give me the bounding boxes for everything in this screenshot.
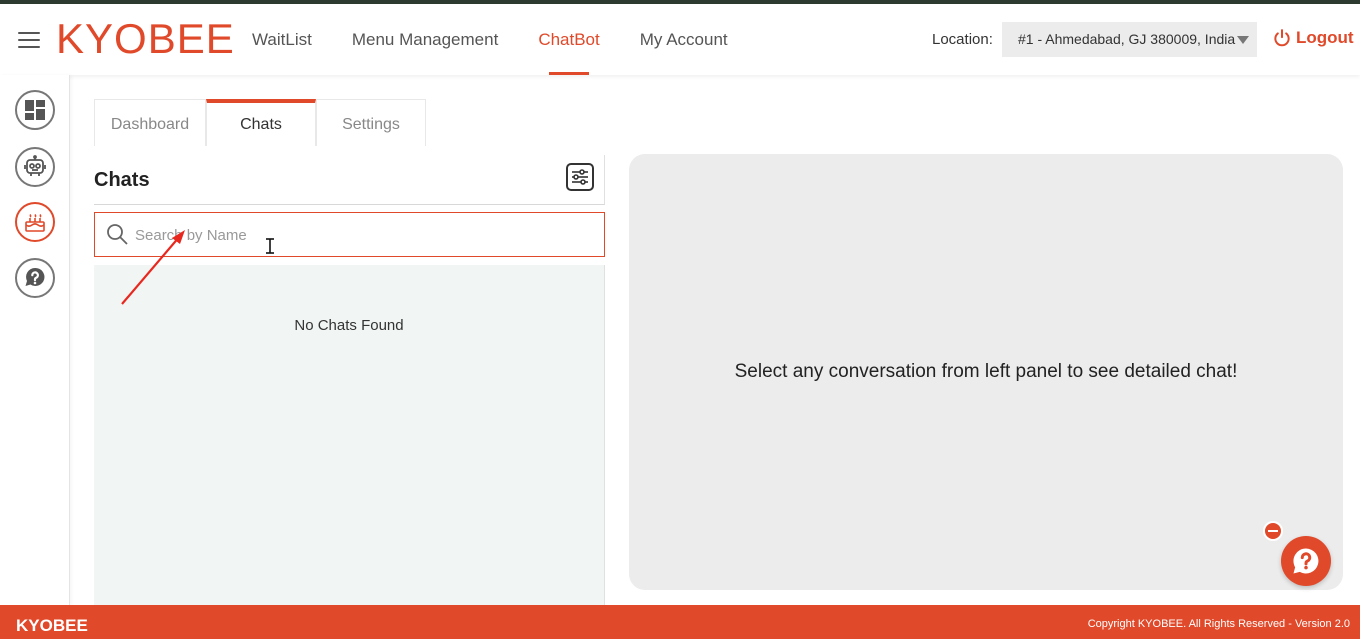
logout-label: Logout <box>1296 28 1354 47</box>
filter-button[interactable] <box>566 163 594 191</box>
footer-copyright: Copyright KYOBEE. All Rights Reserved - … <box>1087 618 1350 630</box>
location-select[interactable]: #1 - Ahmedabad, GJ 380009, India <box>1002 22 1257 57</box>
detail-placeholder-text: Select any conversation from left panel … <box>734 361 1238 382</box>
robot-icon <box>24 155 46 176</box>
app-footer: KYOBEE Copyright KYOBEE. All Rights Rese… <box>0 605 1360 639</box>
hamburger-menu-icon[interactable] <box>18 32 40 48</box>
tab-dashboard[interactable]: Dashboard <box>94 99 206 146</box>
location-label: Location: <box>932 31 993 48</box>
help-chat-widget-button[interactable] <box>1281 536 1331 586</box>
app-header: KYOBEE WaitList Menu Management ChatBot … <box>0 4 1360 75</box>
left-sidebar <box>0 75 70 605</box>
dashboard-icon <box>25 100 45 120</box>
nav-waitlist[interactable]: WaitList <box>232 4 332 75</box>
nav-chatbot[interactable]: ChatBot <box>518 4 619 75</box>
cake-icon <box>25 214 45 232</box>
chat-list: No Chats Found <box>94 265 605 605</box>
help-icon <box>25 267 45 286</box>
search-input[interactable] <box>135 221 575 249</box>
sidebar-help-button[interactable] <box>15 258 55 298</box>
location-value: #1 - Ahmedabad, GJ 380009, India <box>1018 31 1236 47</box>
sidebar-celebration-button[interactable] <box>15 202 55 242</box>
power-icon <box>1274 29 1290 47</box>
logout-button[interactable]: Logout <box>1272 28 1354 48</box>
tab-settings[interactable]: Settings <box>316 99 426 146</box>
search-icon <box>107 224 128 245</box>
sidebar-chatbot-button[interactable] <box>15 147 55 187</box>
caret-down-icon <box>1237 36 1249 44</box>
footer-brand: KYOBEE <box>16 616 88 635</box>
sliders-icon <box>572 169 588 185</box>
chat-detail-panel: Select any conversation from left panel … <box>629 154 1343 590</box>
chatbot-tabs: Dashboard Chats Settings <box>94 99 426 146</box>
minimize-chat-widget-button[interactable] <box>1263 521 1283 541</box>
sidebar-dashboard-button[interactable] <box>15 90 55 130</box>
main-nav: WaitList Menu Management ChatBot My Acco… <box>232 4 748 75</box>
nav-my-account[interactable]: My Account <box>620 4 748 75</box>
empty-state-text: No Chats Found <box>294 317 404 334</box>
question-bubble-icon <box>1293 548 1319 574</box>
chats-heading: Chats <box>94 169 150 191</box>
tab-chats[interactable]: Chats <box>206 99 316 146</box>
chat-title-row: Chats <box>94 155 605 205</box>
brand-logo[interactable]: KYOBEE <box>56 16 235 62</box>
nav-menu-management[interactable]: Menu Management <box>332 4 518 75</box>
chat-list-panel: Chats No Chats Found <box>94 155 605 605</box>
search-box <box>94 212 605 257</box>
